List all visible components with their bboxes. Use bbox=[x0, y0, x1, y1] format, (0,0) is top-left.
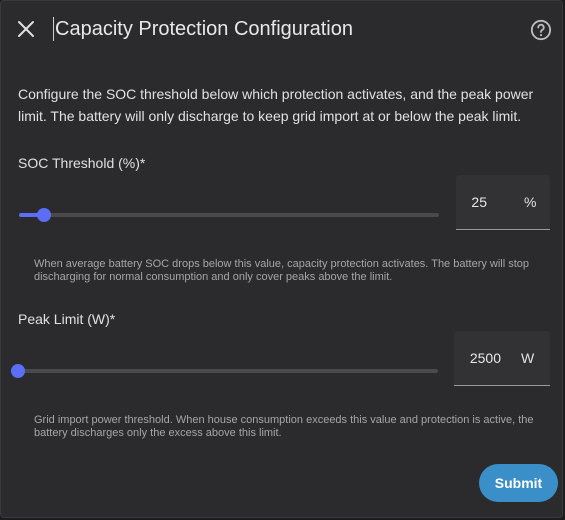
peak-limit-label: Peak Limit (W)* bbox=[18, 311, 116, 327]
dialog-header: Capacity Protection Configuration bbox=[1, 1, 562, 57]
close-icon bbox=[18, 21, 34, 37]
submit-button[interactable]: Submit bbox=[479, 464, 558, 502]
peak-limit-input[interactable]: 2500 W bbox=[454, 331, 550, 386]
slider-track bbox=[19, 213, 439, 217]
slider-track bbox=[18, 369, 438, 373]
dialog-description: Configure the SOC threshold below which … bbox=[18, 86, 534, 124]
slider-thumb[interactable] bbox=[11, 364, 25, 378]
help-circle-icon bbox=[530, 19, 552, 41]
help-button[interactable] bbox=[529, 18, 553, 42]
dialog-title: Capacity Protection Configuration bbox=[53, 17, 353, 41]
soc-threshold-helper: When average battery SOC drops below thi… bbox=[34, 258, 530, 283]
soc-threshold-slider[interactable] bbox=[19, 205, 439, 225]
capacity-protection-dialog: Capacity Protection Configuration Config… bbox=[0, 0, 563, 518]
close-button[interactable] bbox=[12, 15, 40, 43]
peak-limit-value: 2500 bbox=[469, 350, 501, 366]
soc-threshold-value: 25 bbox=[471, 194, 487, 210]
slider-thumb[interactable] bbox=[37, 208, 51, 222]
peak-limit-unit: W bbox=[521, 350, 535, 366]
soc-threshold-input[interactable]: 25 % bbox=[456, 175, 550, 230]
soc-threshold-unit: % bbox=[524, 194, 537, 210]
peak-limit-slider[interactable] bbox=[11, 361, 438, 381]
soc-threshold-label: SOC Threshold (%)* bbox=[18, 155, 146, 171]
peak-limit-helper: Grid import power threshold. When house … bbox=[34, 414, 534, 439]
